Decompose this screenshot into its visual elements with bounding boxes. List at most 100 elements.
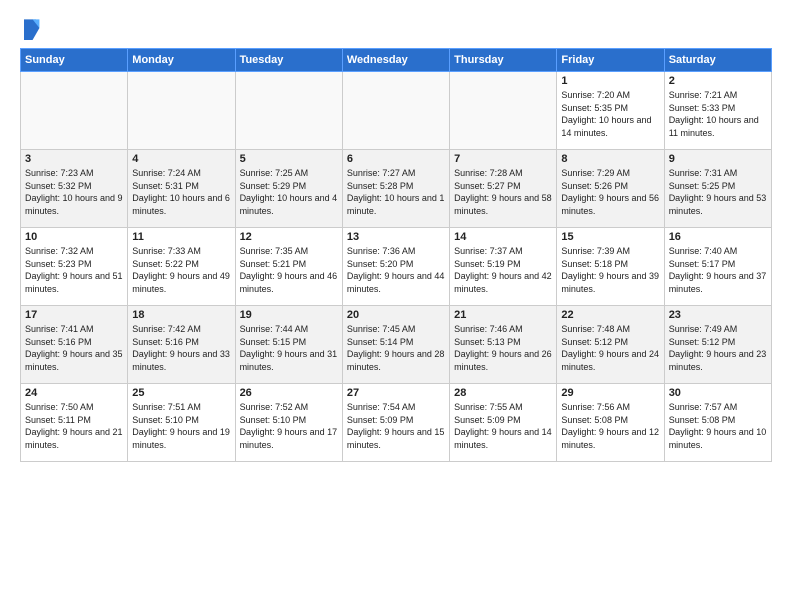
day-number: 25 xyxy=(132,387,230,399)
day-number: 2 xyxy=(669,75,767,87)
day-info: Sunrise: 7:41 AM Sunset: 5:16 PM Dayligh… xyxy=(25,323,123,373)
day-info: Sunrise: 7:45 AM Sunset: 5:14 PM Dayligh… xyxy=(347,323,445,373)
day-info: Sunrise: 7:28 AM Sunset: 5:27 PM Dayligh… xyxy=(454,167,552,217)
day-info: Sunrise: 7:35 AM Sunset: 5:21 PM Dayligh… xyxy=(240,245,338,295)
day-number: 17 xyxy=(25,309,123,321)
calendar-cell: 15 Sunrise: 7:39 AM Sunset: 5:18 PM Dayli… xyxy=(557,228,664,306)
calendar-cell xyxy=(21,72,128,150)
day-info: Sunrise: 7:33 AM Sunset: 5:22 PM Dayligh… xyxy=(132,245,230,295)
day-number: 9 xyxy=(669,153,767,165)
day-info: Sunrise: 7:44 AM Sunset: 5:15 PM Dayligh… xyxy=(240,323,338,373)
day-number: 24 xyxy=(25,387,123,399)
day-header-saturday: Saturday xyxy=(664,49,771,72)
day-number: 4 xyxy=(132,153,230,165)
calendar-cell: 21 Sunrise: 7:46 AM Sunset: 5:13 PM Dayli… xyxy=(450,306,557,384)
calendar-cell: 16 Sunrise: 7:40 AM Sunset: 5:17 PM Dayli… xyxy=(664,228,771,306)
calendar-cell: 19 Sunrise: 7:44 AM Sunset: 5:15 PM Dayli… xyxy=(235,306,342,384)
day-number: 1 xyxy=(561,75,659,87)
logo xyxy=(20,16,44,40)
day-info: Sunrise: 7:57 AM Sunset: 5:08 PM Dayligh… xyxy=(669,401,767,451)
day-header-friday: Friday xyxy=(557,49,664,72)
day-info: Sunrise: 7:27 AM Sunset: 5:28 PM Dayligh… xyxy=(347,167,445,217)
day-info: Sunrise: 7:23 AM Sunset: 5:32 PM Dayligh… xyxy=(25,167,123,217)
day-number: 29 xyxy=(561,387,659,399)
day-number: 10 xyxy=(25,231,123,243)
day-info: Sunrise: 7:21 AM Sunset: 5:33 PM Dayligh… xyxy=(669,89,767,139)
day-number: 5 xyxy=(240,153,338,165)
day-number: 28 xyxy=(454,387,552,399)
day-header-tuesday: Tuesday xyxy=(235,49,342,72)
calendar-cell: 8 Sunrise: 7:29 AM Sunset: 5:26 PM Daylig… xyxy=(557,150,664,228)
header xyxy=(20,16,772,40)
calendar-cell: 6Sunrise: 7:27 AM Sunset: 5:28 PM Daylig… xyxy=(342,150,449,228)
day-info: Sunrise: 7:42 AM Sunset: 5:16 PM Dayligh… xyxy=(132,323,230,373)
day-info: Sunrise: 7:39 AM Sunset: 5:18 PM Dayligh… xyxy=(561,245,659,295)
day-number: 3 xyxy=(25,153,123,165)
day-number: 16 xyxy=(669,231,767,243)
day-number: 7 xyxy=(454,153,552,165)
day-number: 12 xyxy=(240,231,338,243)
week-row-3: 10 Sunrise: 7:32 AM Sunset: 5:23 PM Dayli… xyxy=(21,228,772,306)
day-info: Sunrise: 7:55 AM Sunset: 5:09 PM Dayligh… xyxy=(454,401,552,451)
calendar-cell xyxy=(128,72,235,150)
day-info: Sunrise: 7:46 AM Sunset: 5:13 PM Dayligh… xyxy=(454,323,552,373)
calendar-cell: 29 Sunrise: 7:56 AM Sunset: 5:08 PM Dayli… xyxy=(557,384,664,462)
day-number: 14 xyxy=(454,231,552,243)
calendar-cell: 13Sunrise: 7:36 AM Sunset: 5:20 PM Dayli… xyxy=(342,228,449,306)
day-header-monday: Monday xyxy=(128,49,235,72)
calendar-cell: 9 Sunrise: 7:31 AM Sunset: 5:25 PM Daylig… xyxy=(664,150,771,228)
calendar-cell: 23Sunrise: 7:49 AM Sunset: 5:12 PM Dayli… xyxy=(664,306,771,384)
day-number: 18 xyxy=(132,309,230,321)
calendar-cell: 28 Sunrise: 7:55 AM Sunset: 5:09 PM Dayli… xyxy=(450,384,557,462)
day-info: Sunrise: 7:52 AM Sunset: 5:10 PM Dayligh… xyxy=(240,401,338,451)
day-number: 26 xyxy=(240,387,338,399)
calendar-cell: 10 Sunrise: 7:32 AM Sunset: 5:23 PM Dayli… xyxy=(21,228,128,306)
calendar-cell xyxy=(235,72,342,150)
day-number: 22 xyxy=(561,309,659,321)
day-number: 21 xyxy=(454,309,552,321)
day-header-thursday: Thursday xyxy=(450,49,557,72)
calendar-cell: 1 Sunrise: 7:20 AM Sunset: 5:35 PM Daylig… xyxy=(557,72,664,150)
calendar-cell: 24Sunrise: 7:50 AM Sunset: 5:11 PM Dayli… xyxy=(21,384,128,462)
calendar-cell: 17 Sunrise: 7:41 AM Sunset: 5:16 PM Dayli… xyxy=(21,306,128,384)
day-info: Sunrise: 7:51 AM Sunset: 5:10 PM Dayligh… xyxy=(132,401,230,451)
day-number: 15 xyxy=(561,231,659,243)
logo-icon xyxy=(20,16,40,40)
calendar-cell: 30 Sunrise: 7:57 AM Sunset: 5:08 PM Dayli… xyxy=(664,384,771,462)
day-info: Sunrise: 7:31 AM Sunset: 5:25 PM Dayligh… xyxy=(669,167,767,217)
day-info: Sunrise: 7:25 AM Sunset: 5:29 PM Dayligh… xyxy=(240,167,338,217)
calendar-cell: 11Sunrise: 7:33 AM Sunset: 5:22 PM Dayli… xyxy=(128,228,235,306)
calendar-cell: 20 Sunrise: 7:45 AM Sunset: 5:14 PM Dayli… xyxy=(342,306,449,384)
calendar-cell: 3 Sunrise: 7:23 AM Sunset: 5:32 PM Daylig… xyxy=(21,150,128,228)
day-info: Sunrise: 7:37 AM Sunset: 5:19 PM Dayligh… xyxy=(454,245,552,295)
calendar-cell: 7 Sunrise: 7:28 AM Sunset: 5:27 PM Daylig… xyxy=(450,150,557,228)
calendar-cell xyxy=(342,72,449,150)
day-number: 13 xyxy=(347,231,445,243)
day-number: 19 xyxy=(240,309,338,321)
calendar-cell: 26 Sunrise: 7:52 AM Sunset: 5:10 PM Dayli… xyxy=(235,384,342,462)
calendar-table: SundayMondayTuesdayWednesdayThursdayFrid… xyxy=(20,48,772,462)
day-number: 30 xyxy=(669,387,767,399)
calendar-cell: 22 Sunrise: 7:48 AM Sunset: 5:12 PM Dayli… xyxy=(557,306,664,384)
calendar-cell: 25 Sunrise: 7:51 AM Sunset: 5:10 PM Dayli… xyxy=(128,384,235,462)
day-info: Sunrise: 7:24 AM Sunset: 5:31 PM Dayligh… xyxy=(132,167,230,217)
day-info: Sunrise: 7:29 AM Sunset: 5:26 PM Dayligh… xyxy=(561,167,659,217)
week-row-2: 3 Sunrise: 7:23 AM Sunset: 5:32 PM Daylig… xyxy=(21,150,772,228)
day-header-wednesday: Wednesday xyxy=(342,49,449,72)
day-info: Sunrise: 7:40 AM Sunset: 5:17 PM Dayligh… xyxy=(669,245,767,295)
week-row-4: 17 Sunrise: 7:41 AM Sunset: 5:16 PM Dayli… xyxy=(21,306,772,384)
day-info: Sunrise: 7:49 AM Sunset: 5:12 PM Dayligh… xyxy=(669,323,767,373)
page: SundayMondayTuesdayWednesdayThursdayFrid… xyxy=(0,0,792,612)
calendar-header-row: SundayMondayTuesdayWednesdayThursdayFrid… xyxy=(21,49,772,72)
day-info: Sunrise: 7:48 AM Sunset: 5:12 PM Dayligh… xyxy=(561,323,659,373)
calendar-cell: 5 Sunrise: 7:25 AM Sunset: 5:29 PM Daylig… xyxy=(235,150,342,228)
calendar-cell: 14 Sunrise: 7:37 AM Sunset: 5:19 PM Dayli… xyxy=(450,228,557,306)
day-number: 8 xyxy=(561,153,659,165)
day-info: Sunrise: 7:20 AM Sunset: 5:35 PM Dayligh… xyxy=(561,89,659,139)
day-number: 20 xyxy=(347,309,445,321)
week-row-5: 24Sunrise: 7:50 AM Sunset: 5:11 PM Dayli… xyxy=(21,384,772,462)
day-info: Sunrise: 7:56 AM Sunset: 5:08 PM Dayligh… xyxy=(561,401,659,451)
day-info: Sunrise: 7:32 AM Sunset: 5:23 PM Dayligh… xyxy=(25,245,123,295)
day-number: 27 xyxy=(347,387,445,399)
calendar-cell: 12 Sunrise: 7:35 AM Sunset: 5:21 PM Dayli… xyxy=(235,228,342,306)
